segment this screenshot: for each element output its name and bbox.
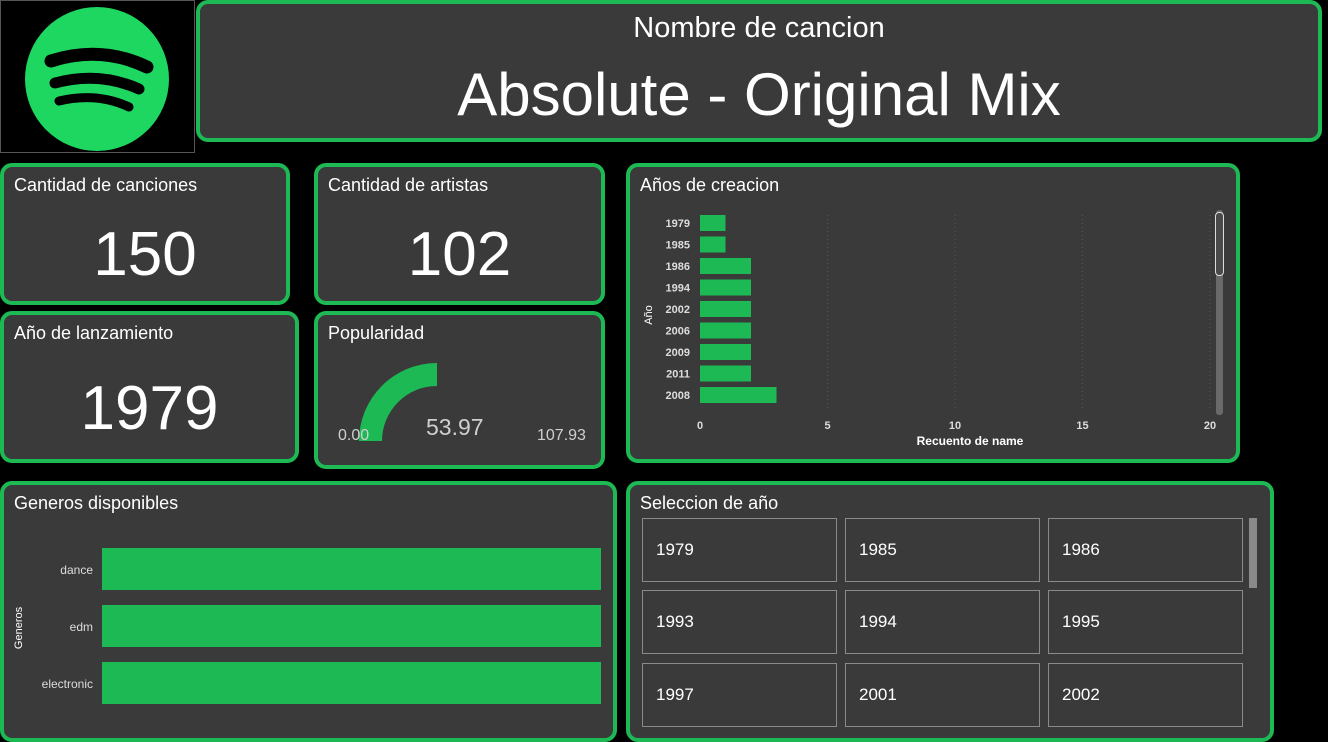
song-name-card: Nombre de cancion Absolute - Original Mi…: [196, 0, 1322, 142]
artists-count-card: Cantidad de artistas 102: [314, 163, 605, 305]
year-bar: [700, 344, 751, 360]
genre-bar: [102, 662, 601, 704]
x-tick-label: 5: [824, 420, 830, 432]
year-tile[interactable]: 1995: [1048, 590, 1243, 654]
x-tick-label: 20: [1204, 420, 1216, 432]
year-slicer-scrollbar[interactable]: [1249, 518, 1257, 588]
genre-label: dance: [60, 563, 93, 577]
year-tile[interactable]: 1993: [642, 590, 837, 654]
songs-count-value: 150: [93, 220, 197, 289]
year-tile[interactable]: 2002: [1048, 663, 1243, 727]
year-bar: [700, 279, 751, 296]
year-bar: [700, 258, 751, 274]
artists-count-label: Cantidad de artistas: [328, 175, 489, 195]
y-tick-label: 2011: [666, 369, 690, 381]
genre-bar: [102, 605, 601, 647]
x-axis-label: Recuento de name: [917, 434, 1024, 448]
release-year-card: Año de lanzamiento 1979: [0, 311, 299, 463]
y-tick-label: 2008: [666, 390, 690, 402]
spotify-logo-icon: [25, 7, 169, 151]
year-slicer-title: Seleccion de año: [640, 493, 779, 513]
y-tick-label: 1985: [666, 240, 690, 252]
y-axis-label: Generos: [13, 606, 25, 649]
y-tick-label: 2006: [666, 326, 690, 338]
genres-bar-chart: dance edm electronic Generos: [13, 548, 601, 704]
popularity-gauge: 0.00 53.97 107.93: [338, 363, 586, 444]
years-chart-card: Años de creacion 0 5 10 15 20 1979 1985 1986 199…: [626, 163, 1240, 463]
y-tick-label: 1979: [666, 218, 690, 230]
years-chart-scroll-thumb[interactable]: [1215, 212, 1224, 276]
year-tile[interactable]: 1986: [1048, 518, 1243, 582]
x-tick-label: 15: [1076, 420, 1088, 432]
release-year-value: 1979: [80, 374, 219, 443]
year-tile[interactable]: 1979: [642, 518, 837, 582]
gauge-max-label: 107.93: [537, 427, 586, 444]
artists-count-value: 102: [407, 220, 512, 289]
genres-chart-card: Generos disponibles dance edm electronic Ge…: [0, 481, 617, 742]
year-tile[interactable]: 1985: [845, 518, 1040, 582]
year-tile[interactable]: 1997: [642, 663, 837, 727]
year-bar: [700, 215, 726, 231]
year-bar: [700, 322, 751, 339]
year-tile[interactable]: 1994: [845, 590, 1040, 654]
genre-label: edm: [70, 620, 93, 634]
year-tile[interactable]: 2001: [845, 663, 1040, 727]
y-axis-label: Año: [643, 305, 655, 325]
year-bar: [700, 365, 751, 382]
y-tick-label: 1994: [666, 283, 691, 295]
genre-label: electronic: [42, 677, 93, 691]
x-tick-label: 0: [697, 420, 703, 432]
songs-count-card: Cantidad de canciones 150: [0, 163, 290, 305]
gauge-min-label: 0.00: [338, 427, 369, 444]
song-name-label: Nombre de cancion: [633, 12, 885, 44]
year-bar: [700, 387, 777, 403]
year-bar: [700, 236, 726, 253]
year-bar: [700, 301, 751, 317]
x-tick-label: 10: [949, 420, 961, 432]
years-bar-chart: 0 5 10 15 20 1979 1985 1986 1994 2002 2006 2009 2011…: [643, 215, 1216, 448]
popularity-card: Popularidad 0.00 53.97 107.93: [314, 311, 605, 469]
years-chart-scrollbar[interactable]: [1215, 210, 1224, 415]
y-tick-label: 2002: [666, 304, 690, 316]
gauge-value-label: 53.97: [426, 414, 484, 440]
song-name-value: Absolute - Original Mix: [457, 61, 1061, 128]
genre-bar: [102, 548, 601, 590]
year-slicer-card: Seleccion de año 1979 1985 1986 1993 199…: [626, 481, 1274, 742]
release-year-label: Año de lanzamiento: [14, 323, 174, 343]
y-tick-label: 1986: [666, 261, 690, 273]
y-tick-label: 2009: [666, 347, 690, 359]
spotify-logo-panel: [0, 0, 195, 153]
songs-count-label: Cantidad de canciones: [14, 175, 198, 195]
